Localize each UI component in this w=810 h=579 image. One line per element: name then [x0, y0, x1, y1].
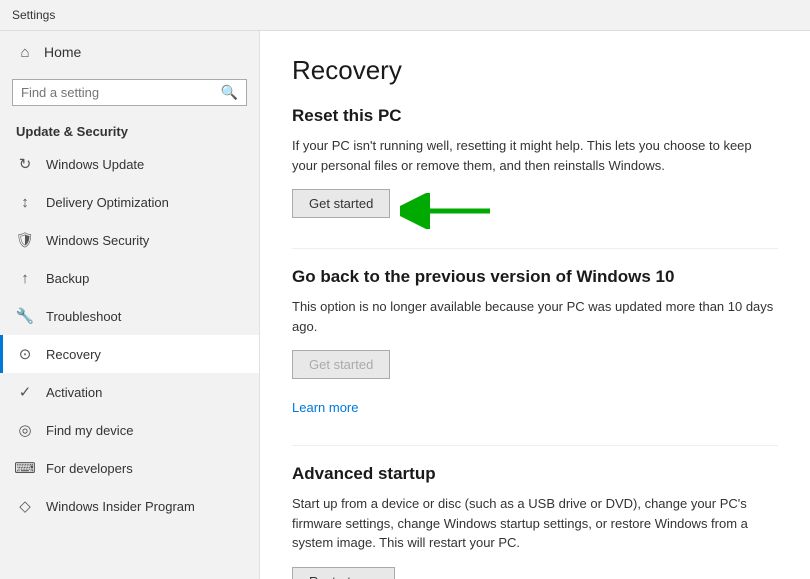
sidebar-item-label: Find my device — [46, 423, 133, 438]
sidebar-item-label: Recovery — [46, 347, 101, 362]
sidebar-item-label: Activation — [46, 385, 102, 400]
find-my-device-icon: ◎ — [16, 421, 34, 439]
go-back-section: Go back to the previous version of Windo… — [292, 267, 778, 435]
advanced-startup-section: Advanced startup Start up from a device … — [292, 464, 778, 579]
sidebar-item-for-developers[interactable]: ⌨ For developers — [0, 449, 259, 487]
sidebar-item-label: Backup — [46, 271, 89, 286]
troubleshoot-icon: 🔧 — [16, 307, 34, 325]
sidebar-item-label: Troubleshoot — [46, 309, 121, 324]
section-divider-1 — [292, 248, 778, 249]
sidebar-item-windows-security[interactable]: 🛡 Windows Security — [0, 221, 259, 259]
title-bar: Settings — [0, 0, 810, 31]
search-input[interactable] — [21, 85, 221, 100]
sidebar-item-label: Delivery Optimization — [46, 195, 169, 210]
go-back-get-started-button[interactable]: Get started — [292, 350, 390, 379]
windows-security-icon: 🛡 — [16, 231, 34, 249]
reset-pc-section: Reset this PC If your PC isn't running w… — [292, 106, 778, 238]
sidebar-item-label: Windows Update — [46, 157, 144, 172]
title-bar-label: Settings — [12, 8, 55, 22]
sidebar-item-activation[interactable]: ✓ Activation — [0, 373, 259, 411]
sidebar-item-label: Windows Security — [46, 233, 149, 248]
sidebar: ⌂ Home 🔍 Update & Security ↻ Windows Upd… — [0, 31, 260, 579]
sidebar-item-delivery-optimization[interactable]: ↕ Delivery Optimization — [0, 183, 259, 221]
sidebar-item-windows-insider[interactable]: ◇ Windows Insider Program — [0, 487, 259, 525]
sidebar-item-home[interactable]: ⌂ Home — [0, 31, 259, 73]
section-divider-2 — [292, 445, 778, 446]
sidebar-item-label: Windows Insider Program — [46, 499, 195, 514]
advanced-startup-description: Start up from a device or disc (such as … — [292, 494, 778, 553]
advanced-startup-title: Advanced startup — [292, 464, 778, 484]
main-layout: ⌂ Home 🔍 Update & Security ↻ Windows Upd… — [0, 31, 810, 579]
activation-icon: ✓ — [16, 383, 34, 401]
sidebar-section-header: Update & Security — [0, 116, 259, 145]
sidebar-item-backup[interactable]: ↑ Backup — [0, 259, 259, 297]
green-arrow-annotation — [400, 193, 500, 234]
search-box: 🔍 — [12, 79, 247, 106]
sidebar-item-find-my-device[interactable]: ◎ Find my device — [0, 411, 259, 449]
backup-icon: ↑ — [16, 269, 34, 287]
delivery-optimization-icon: ↕ — [16, 193, 34, 211]
sidebar-item-recovery[interactable]: ⊙ Recovery — [0, 335, 259, 373]
sidebar-item-windows-update[interactable]: ↻ Windows Update — [0, 145, 259, 183]
home-icon: ⌂ — [16, 43, 34, 61]
reset-pc-get-started-button[interactable]: Get started — [292, 189, 390, 218]
go-back-title: Go back to the previous version of Windo… — [292, 267, 778, 287]
search-icon[interactable]: 🔍 — [221, 84, 238, 101]
reset-pc-title: Reset this PC — [292, 106, 778, 126]
go-back-description: This option is no longer available becau… — [292, 297, 778, 336]
page-title: Recovery — [292, 55, 778, 86]
sidebar-home-label: Home — [44, 44, 81, 60]
sidebar-item-troubleshoot[interactable]: 🔧 Troubleshoot — [0, 297, 259, 335]
reset-pc-description: If your PC isn't running well, resetting… — [292, 136, 778, 175]
windows-insider-icon: ◇ — [16, 497, 34, 515]
learn-more-link[interactable]: Learn more — [292, 400, 358, 415]
restart-now-button[interactable]: Restart now — [292, 567, 395, 579]
sidebar-item-label: For developers — [46, 461, 133, 476]
recovery-icon: ⊙ — [16, 345, 34, 363]
main-content: Recovery Reset this PC If your PC isn't … — [260, 31, 810, 579]
reset-pc-button-row: Get started — [292, 189, 778, 238]
for-developers-icon: ⌨ — [16, 459, 34, 477]
windows-update-icon: ↻ — [16, 155, 34, 173]
